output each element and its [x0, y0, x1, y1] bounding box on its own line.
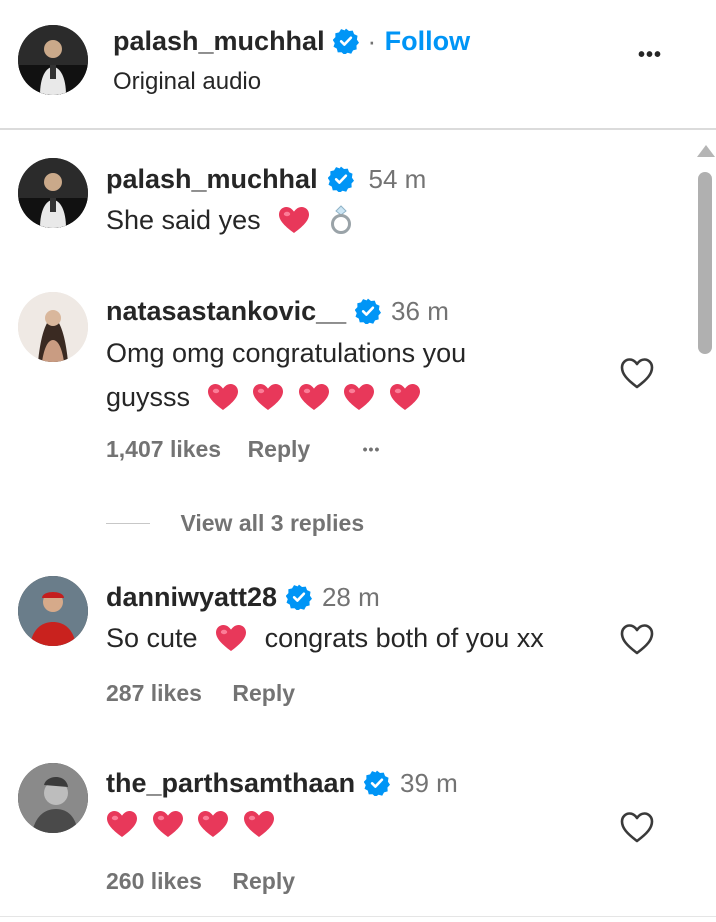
scrollbar-thumb[interactable]	[698, 172, 712, 354]
heart-emoji-row	[204, 382, 424, 412]
view-replies-line	[106, 523, 150, 524]
comment-text	[106, 802, 278, 846]
heart-emoji-icon	[152, 810, 184, 838]
header-divider	[0, 128, 716, 130]
comment-time: 28 m	[321, 582, 380, 612]
verified-icon	[333, 28, 359, 54]
heart-emoji-icon	[298, 383, 330, 411]
header-username[interactable]: palash_muchhal	[113, 26, 325, 56]
likes-count[interactable]: 260 likes	[106, 868, 202, 894]
like-heart-icon[interactable]	[619, 810, 655, 844]
header-name-row: palash_muchhal · Follow	[113, 26, 470, 57]
comment-time: 36 m	[391, 296, 449, 326]
reply-button[interactable]: Reply	[232, 868, 295, 894]
comment-more-icon[interactable]: •••	[363, 441, 381, 457]
comment-meta: 260 likes Reply	[106, 868, 295, 895]
comment-username[interactable]: danniwyatt28	[106, 582, 277, 612]
verified-icon	[286, 584, 312, 610]
heart-emoji-icon	[278, 206, 310, 234]
reply-button[interactable]: Reply	[248, 436, 311, 462]
comment-text-fragment: So cute	[106, 623, 198, 653]
like-heart-icon[interactable]	[619, 622, 655, 656]
verified-icon	[355, 298, 381, 324]
view-replies[interactable]: View all 3 replies	[106, 510, 364, 537]
heart-emoji-icon	[197, 810, 229, 838]
header-avatar[interactable]	[18, 25, 88, 95]
comment-meta: 287 likes Reply	[106, 680, 295, 707]
heart-emoji-icon	[389, 383, 421, 411]
caption-username[interactable]: palash_muchhal	[106, 164, 318, 194]
caption-body: She said yes	[106, 198, 353, 242]
likes-count[interactable]: 287 likes	[106, 680, 202, 706]
comment-meta: 1,407 likes Reply •••	[106, 436, 380, 463]
comment-text: So cute congrats both of you xx	[106, 616, 544, 660]
comment-text-line-2: guysss	[106, 375, 586, 419]
caption-avatar[interactable]	[18, 158, 88, 228]
heart-emoji-icon	[207, 383, 239, 411]
comment-username[interactable]: the_parthsamthaan	[106, 768, 355, 798]
reply-button[interactable]: Reply	[232, 680, 295, 706]
comment-header: the_parthsamthaan 39 m	[106, 768, 458, 799]
bottom-divider	[0, 916, 716, 917]
scroll-up-arrow[interactable]	[697, 145, 715, 157]
ring-emoji-icon	[330, 205, 351, 234]
more-options-icon[interactable]: •••	[638, 44, 662, 67]
header-separator: ·	[367, 26, 377, 56]
comment-header: natasastankovic__ 36 m	[106, 296, 449, 327]
comment-avatar[interactable]	[18, 576, 88, 646]
comment-text: Omg omg congratulations you guysss	[106, 331, 586, 419]
view-replies-label[interactable]: View all 3 replies	[180, 510, 364, 536]
caption-text: She said yes	[106, 205, 261, 235]
comment-text-line: Omg omg congratulations you	[106, 338, 467, 368]
follow-button[interactable]: Follow	[385, 26, 470, 56]
heart-emoji-icon	[252, 383, 284, 411]
comment-avatar[interactable]	[18, 292, 88, 362]
comment-header: danniwyatt28 28 m	[106, 582, 380, 613]
comment-username[interactable]: natasastankovic__	[106, 296, 346, 326]
caption-time: 54 m	[368, 164, 427, 194]
heart-emoji-icon	[215, 624, 247, 652]
comment-text-fragment: guysss	[106, 382, 191, 412]
verified-icon	[328, 166, 354, 192]
comment-text-fragment-2: congrats both of you xx	[264, 623, 544, 653]
caption-header: palash_muchhal 54 m	[106, 164, 426, 195]
header-subtitle[interactable]: Original audio	[113, 68, 261, 96]
like-heart-icon[interactable]	[619, 356, 655, 390]
verified-icon	[364, 770, 390, 796]
heart-emoji-icon	[343, 383, 375, 411]
comment-time: 39 m	[399, 768, 458, 798]
likes-count[interactable]: 1,407 likes	[106, 436, 221, 462]
comment-avatar[interactable]	[18, 763, 88, 833]
heart-emoji-icon	[106, 810, 138, 838]
heart-emoji-icon	[243, 810, 275, 838]
